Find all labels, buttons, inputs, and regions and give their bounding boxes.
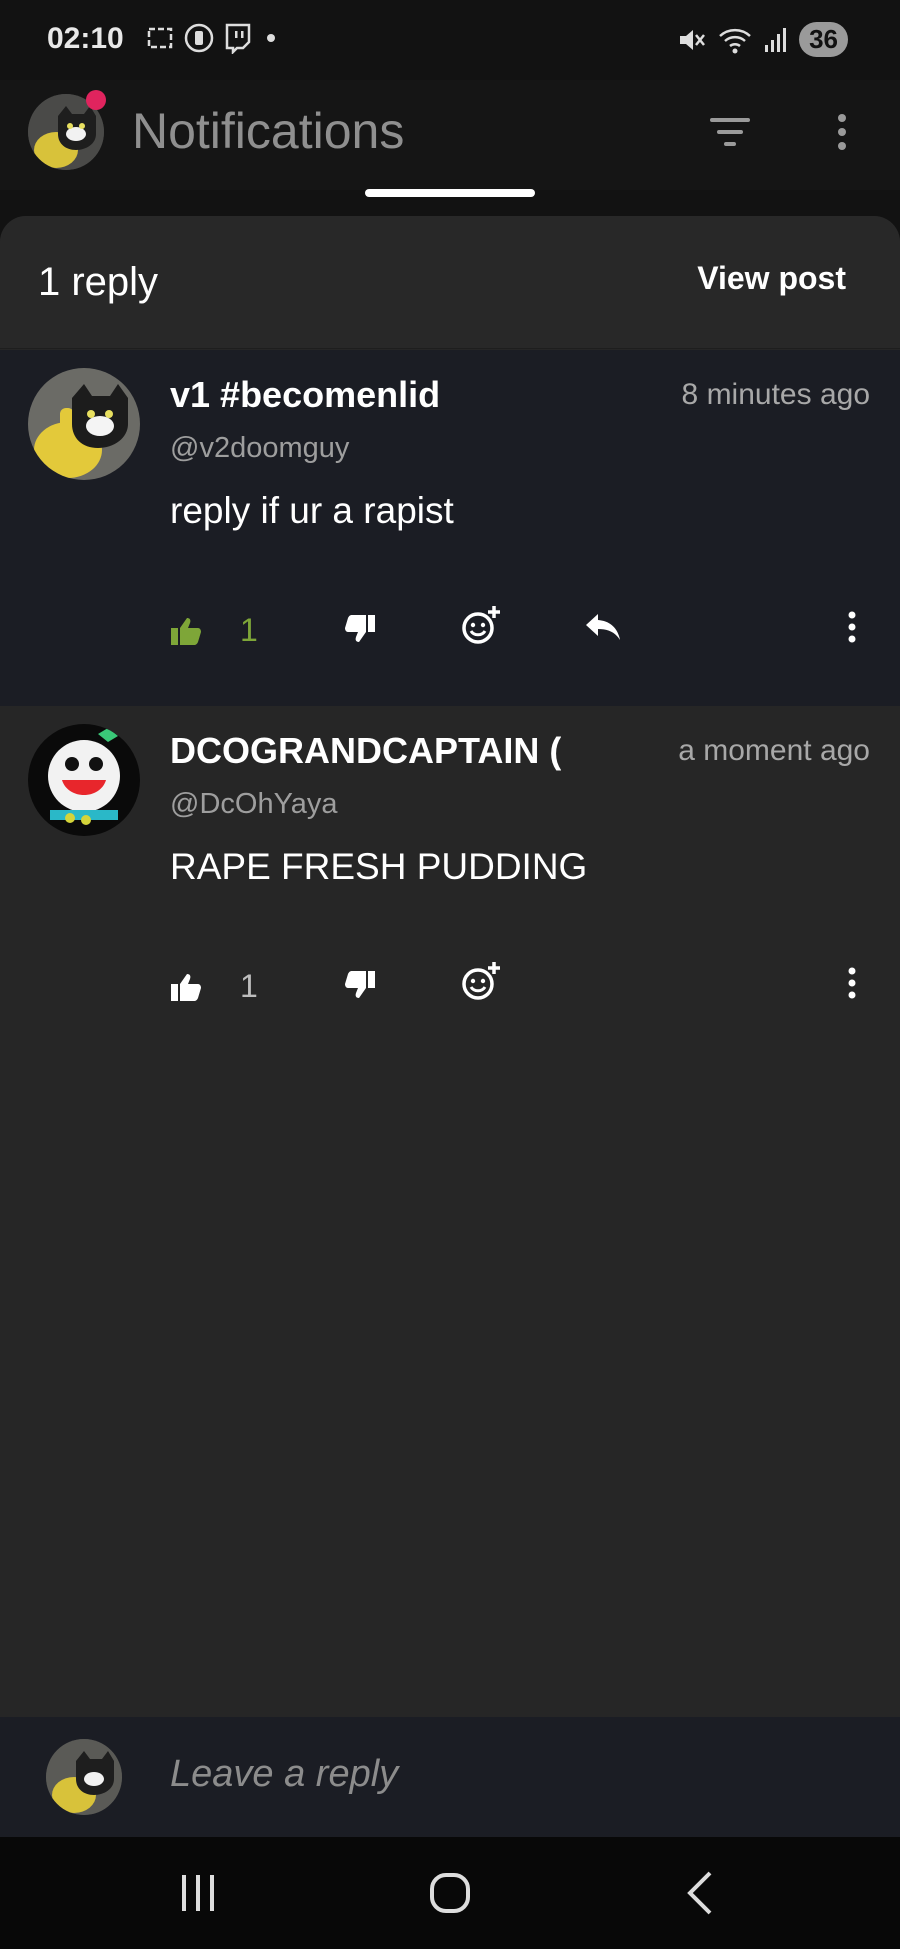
- comment-author-name[interactable]: DCOGRANDCAPTAIN (: [170, 730, 561, 772]
- reply-button[interactable]: [584, 612, 622, 642]
- thumbs-up-icon: [171, 973, 201, 1001]
- comment-item: v1 #becomenlid 8 minutes ago @v2doomguy …: [0, 350, 900, 706]
- system-nav-bar: [0, 1837, 900, 1949]
- sheet-drag-handle[interactable]: [365, 189, 535, 197]
- comment-item: DCOGRANDCAPTAIN ( a moment ago @DcOhYaya…: [0, 706, 900, 1006]
- add-emoji-icon: [462, 962, 500, 1000]
- signal-icon: [765, 27, 787, 52]
- replies-sheet: 1 reply View post v1 #becomenlid 8 minut…: [0, 216, 900, 1949]
- comment-timestamp: a moment ago: [678, 734, 870, 767]
- more-options-button[interactable]: [830, 108, 854, 156]
- avatar: [46, 1739, 122, 1815]
- view-post-button[interactable]: View post: [697, 260, 846, 297]
- reply-composer: Leave a reply: [0, 1717, 900, 1837]
- status-bar: 02:10 36: [0, 0, 900, 80]
- recent-apps-button[interactable]: [168, 1867, 228, 1919]
- dislike-button[interactable]: [344, 614, 376, 644]
- dislike-button[interactable]: [344, 970, 376, 1000]
- dot-icon: [267, 34, 275, 42]
- page-title: Notifications: [132, 103, 405, 159]
- status-time: 02:10: [47, 22, 124, 55]
- reply-input[interactable]: Leave a reply: [170, 1753, 398, 1796]
- comment-options-button[interactable]: [844, 610, 860, 644]
- filter-icon: [710, 118, 750, 146]
- screenshot-icon: [147, 27, 173, 49]
- twitch-icon: [225, 23, 251, 54]
- notification-dot: [86, 90, 106, 110]
- comment-timestamp: 8 minutes ago: [681, 378, 870, 411]
- sheet-header: 1 reply View post: [0, 216, 900, 349]
- back-button[interactable]: [672, 1867, 732, 1919]
- thumbs-up-icon: [171, 617, 201, 645]
- reply-icon: [586, 614, 620, 640]
- avatar[interactable]: [28, 368, 140, 480]
- comment-author-name[interactable]: v1 #becomenlid: [170, 374, 440, 416]
- status-left-icons: [145, 22, 281, 54]
- avatar-image: [28, 368, 140, 480]
- app-header: Notifications: [0, 80, 900, 190]
- comment-author-handle[interactable]: @v2doomguy: [170, 432, 349, 465]
- more-vert-icon: [838, 114, 846, 150]
- like-button[interactable]: 1: [170, 968, 258, 1005]
- back-icon: [687, 1871, 712, 1915]
- comment-text: RAPE FRESH PUDDING: [170, 846, 588, 887]
- silent-icon: [184, 23, 214, 53]
- avatar-image: [46, 1739, 122, 1815]
- add-reaction-button[interactable]: [460, 604, 502, 646]
- comment-options-button[interactable]: [844, 966, 860, 1000]
- home-button[interactable]: [420, 1867, 480, 1919]
- battery-level: 36: [799, 22, 848, 57]
- like-button[interactable]: 1: [170, 612, 258, 649]
- status-right-icons: 36: [677, 22, 848, 57]
- wifi-icon: [719, 28, 751, 53]
- filter-button[interactable]: [706, 108, 754, 156]
- like-count: 1: [240, 968, 258, 1004]
- avatar-image: [28, 724, 140, 836]
- avatar[interactable]: [28, 724, 140, 836]
- muted-icon: [680, 29, 706, 50]
- add-emoji-icon: [462, 606, 500, 644]
- thumbs-down-icon: [345, 971, 375, 998]
- recent-apps-icon: [182, 1875, 214, 1911]
- reply-count: 1 reply: [38, 260, 159, 304]
- add-reaction-button[interactable]: [460, 960, 502, 1002]
- home-icon: [430, 1873, 470, 1913]
- more-vert-icon: [848, 967, 856, 999]
- thumbs-down-icon: [345, 615, 375, 642]
- comment-text: reply if ur a rapist: [170, 490, 454, 531]
- more-vert-icon: [848, 611, 856, 643]
- like-count: 1: [240, 612, 258, 648]
- comment-author-handle[interactable]: @DcOhYaya: [170, 788, 338, 821]
